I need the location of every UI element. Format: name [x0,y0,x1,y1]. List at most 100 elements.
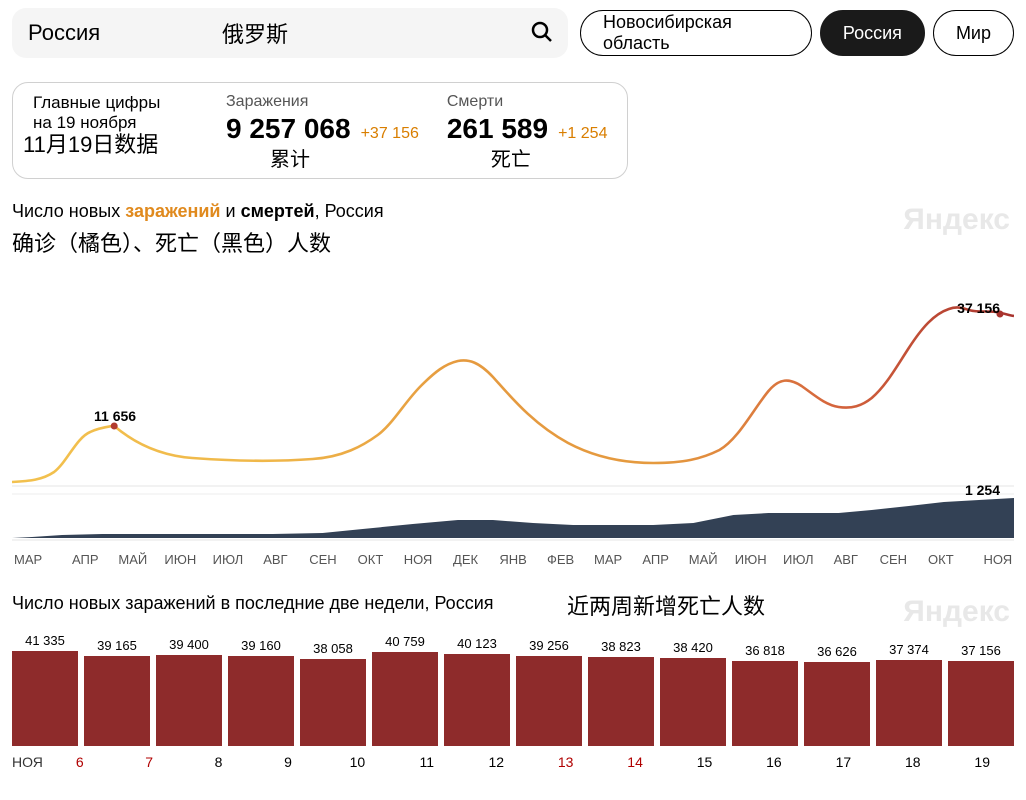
month-tick: МАЙ [679,552,727,567]
bar-rect [804,662,870,746]
infections-peak2-label: 37 156 [957,300,1000,316]
main-chart-title-cn: 确诊（橘色）、死亡（黑色）人数 [12,226,1014,258]
month-tick: ОКТ [917,552,965,567]
bar-value: 36 626 [817,644,857,659]
bar-col: 37 374 [876,642,942,746]
bar-value: 39 256 [529,638,569,653]
metric-cn: 累计 [270,143,419,172]
bar-col: 39 160 [228,638,294,746]
metric-cn: 死亡 [491,143,608,172]
bar-rect [948,661,1014,746]
bar-rect [156,655,222,746]
month-tick: ФЕВ [537,552,585,567]
bar-day: 19 [950,754,1013,770]
bar-col: 38 420 [660,640,726,746]
bar-rect [588,657,654,746]
bar-rect [228,656,294,746]
infections-peak1-label: 11 656 [94,408,136,424]
bar-rect [876,660,942,746]
month-tick: СЕН [299,552,347,567]
headline-card: Главные цифры на 19 ноября 11月19日数据 Зара… [12,82,628,179]
bar-value: 38 058 [313,641,353,656]
bar-rect [12,651,78,746]
bar-rect [660,658,726,746]
bar-rect [732,661,798,746]
bar-value: 39 400 [169,637,209,652]
pill-world[interactable]: Мир [933,10,1014,56]
pill-russia[interactable]: Россия [820,10,925,56]
month-tick: СЕН [870,552,918,567]
bar-col: 40 123 [444,636,510,746]
month-tick: ИЮЛ [204,552,252,567]
bar-col: 41 335 [12,633,78,746]
bar-day: 7 [117,754,180,770]
month-tick: ОКТ [347,552,395,567]
bar-value: 37 374 [889,642,929,657]
bars-title: Число новых заражений в последние две не… [12,593,1014,614]
month-tick: НОЯ [394,552,442,567]
chart-svg [12,262,1014,542]
watermark: Яндекс [903,595,1010,629]
search-icon[interactable] [530,20,554,49]
month-tick: АПР [62,552,110,567]
metric-delta: +37 156 [361,125,419,143]
bar-rect [372,652,438,746]
headline-title-cn: 11月19日数据 [23,127,158,159]
bar-value: 40 123 [457,636,497,651]
bar-col: 36 626 [804,644,870,746]
search-input[interactable]: Россия 俄罗斯 [12,8,568,58]
bar-rect [84,656,150,746]
bar-col: 39 400 [156,637,222,746]
main-chart-title: Число новых заражений и смертей, Россия … [12,201,1014,222]
month-tick: МАЙ [109,552,157,567]
bar-value: 38 420 [673,640,713,655]
metric-value: 9 257 068 [226,113,351,145]
bar-day: 12 [465,754,528,770]
bar-col: 38 058 [300,641,366,746]
bar-day: 6 [48,754,111,770]
metric-value: 261 589 [447,113,548,145]
bar-value: 40 759 [385,634,425,649]
bar-rect [516,656,582,746]
bar-day: 13 [534,754,597,770]
month-tick: ЯНВ [489,552,537,567]
metric-infections: Заражения 9 257 068 +37 156 累计 [226,93,419,172]
bar-value: 36 818 [745,643,785,658]
pill-region[interactable]: Новосибирская область [580,10,812,56]
bar-day: 10 [326,754,389,770]
deaths-peak-label: 1 254 [965,482,1000,498]
bar-col: 39 256 [516,638,582,746]
metric-label: Заражения [226,93,419,111]
metric-delta: +1 254 [558,125,607,143]
bars-axis-head: НОЯ [12,754,42,770]
bar-value: 41 335 [25,633,65,648]
bar-col: 39 165 [84,638,150,746]
bar-col: 37 156 [948,643,1014,746]
main-line-chart: 11 656 37 156 1 254 [12,262,1014,542]
bar-day: 15 [673,754,736,770]
month-tick: АПР [632,552,680,567]
bar-col: 38 823 [588,639,654,746]
bar-day: 11 [395,754,458,770]
month-tick: ДЕК [442,552,490,567]
search-value-cn: 俄罗斯 [222,17,288,49]
month-tick: НОЯ [965,552,1013,567]
month-tick: МАР [584,552,632,567]
month-axis: МАРАПРМАЙИЮНИЮЛАВГСЕНОКТНОЯДЕКЯНВФЕВМАРА… [12,546,1014,567]
month-tick: АВГ [252,552,300,567]
bar-col: 40 759 [372,634,438,746]
top-bar: Россия 俄罗斯 Новосибирская область Россия … [12,8,1014,58]
bar-value: 37 156 [961,643,1001,658]
metric-deaths: Смерти 261 589 +1 254 死亡 [447,93,608,172]
bar-day: 18 [881,754,944,770]
search-value: Россия [28,20,100,46]
region-pills: Новосибирская область Россия Мир [580,10,1014,56]
metric-label: Смерти [447,93,608,111]
bar-day: 16 [742,754,805,770]
bar-value: 39 160 [241,638,281,653]
month-tick: ИЮЛ [775,552,823,567]
bar-day: 14 [603,754,666,770]
month-tick: МАР [14,552,62,567]
bar-col: 36 818 [732,643,798,746]
bar-value: 38 823 [601,639,641,654]
